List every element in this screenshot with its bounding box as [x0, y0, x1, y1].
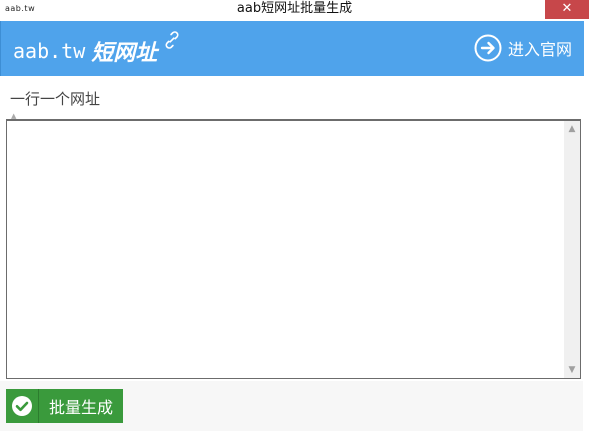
brand: aab.tw 短网址: [13, 35, 157, 67]
vertical-scrollbar[interactable]: ▲ ▼: [564, 121, 580, 378]
enter-site-link[interactable]: 进入官网: [474, 33, 572, 63]
app-header: aab.tw 短网址 进入官网: [0, 21, 584, 76]
window-title: aab短网址批量生成: [236, 1, 353, 16]
scroll-down-icon[interactable]: ▼: [564, 362, 580, 378]
batch-generate-label: 批量生成: [39, 389, 124, 423]
url-input-area: ▲ ▼: [6, 119, 581, 379]
footer-bar: 批量生成: [0, 381, 583, 431]
generate-icon-box: [6, 389, 39, 423]
input-hint: 一行一个网址: [10, 90, 101, 108]
window-titlebar: aab.tw aab短网址批量生成 ✕: [0, 0, 589, 20]
link-icon: [165, 31, 179, 49]
batch-generate-button[interactable]: 批量生成: [6, 389, 124, 423]
brand-name: 短网址: [91, 41, 158, 66]
check-circle-icon: [12, 396, 32, 416]
enter-site-label: 进入官网: [507, 40, 572, 59]
url-textarea[interactable]: [7, 121, 564, 379]
brand-domain: aab.tw: [13, 39, 86, 63]
arrow-right-circle-icon: [474, 34, 502, 62]
scroll-up-icon[interactable]: ▲: [564, 121, 580, 137]
close-button[interactable]: ✕: [545, 0, 589, 19]
